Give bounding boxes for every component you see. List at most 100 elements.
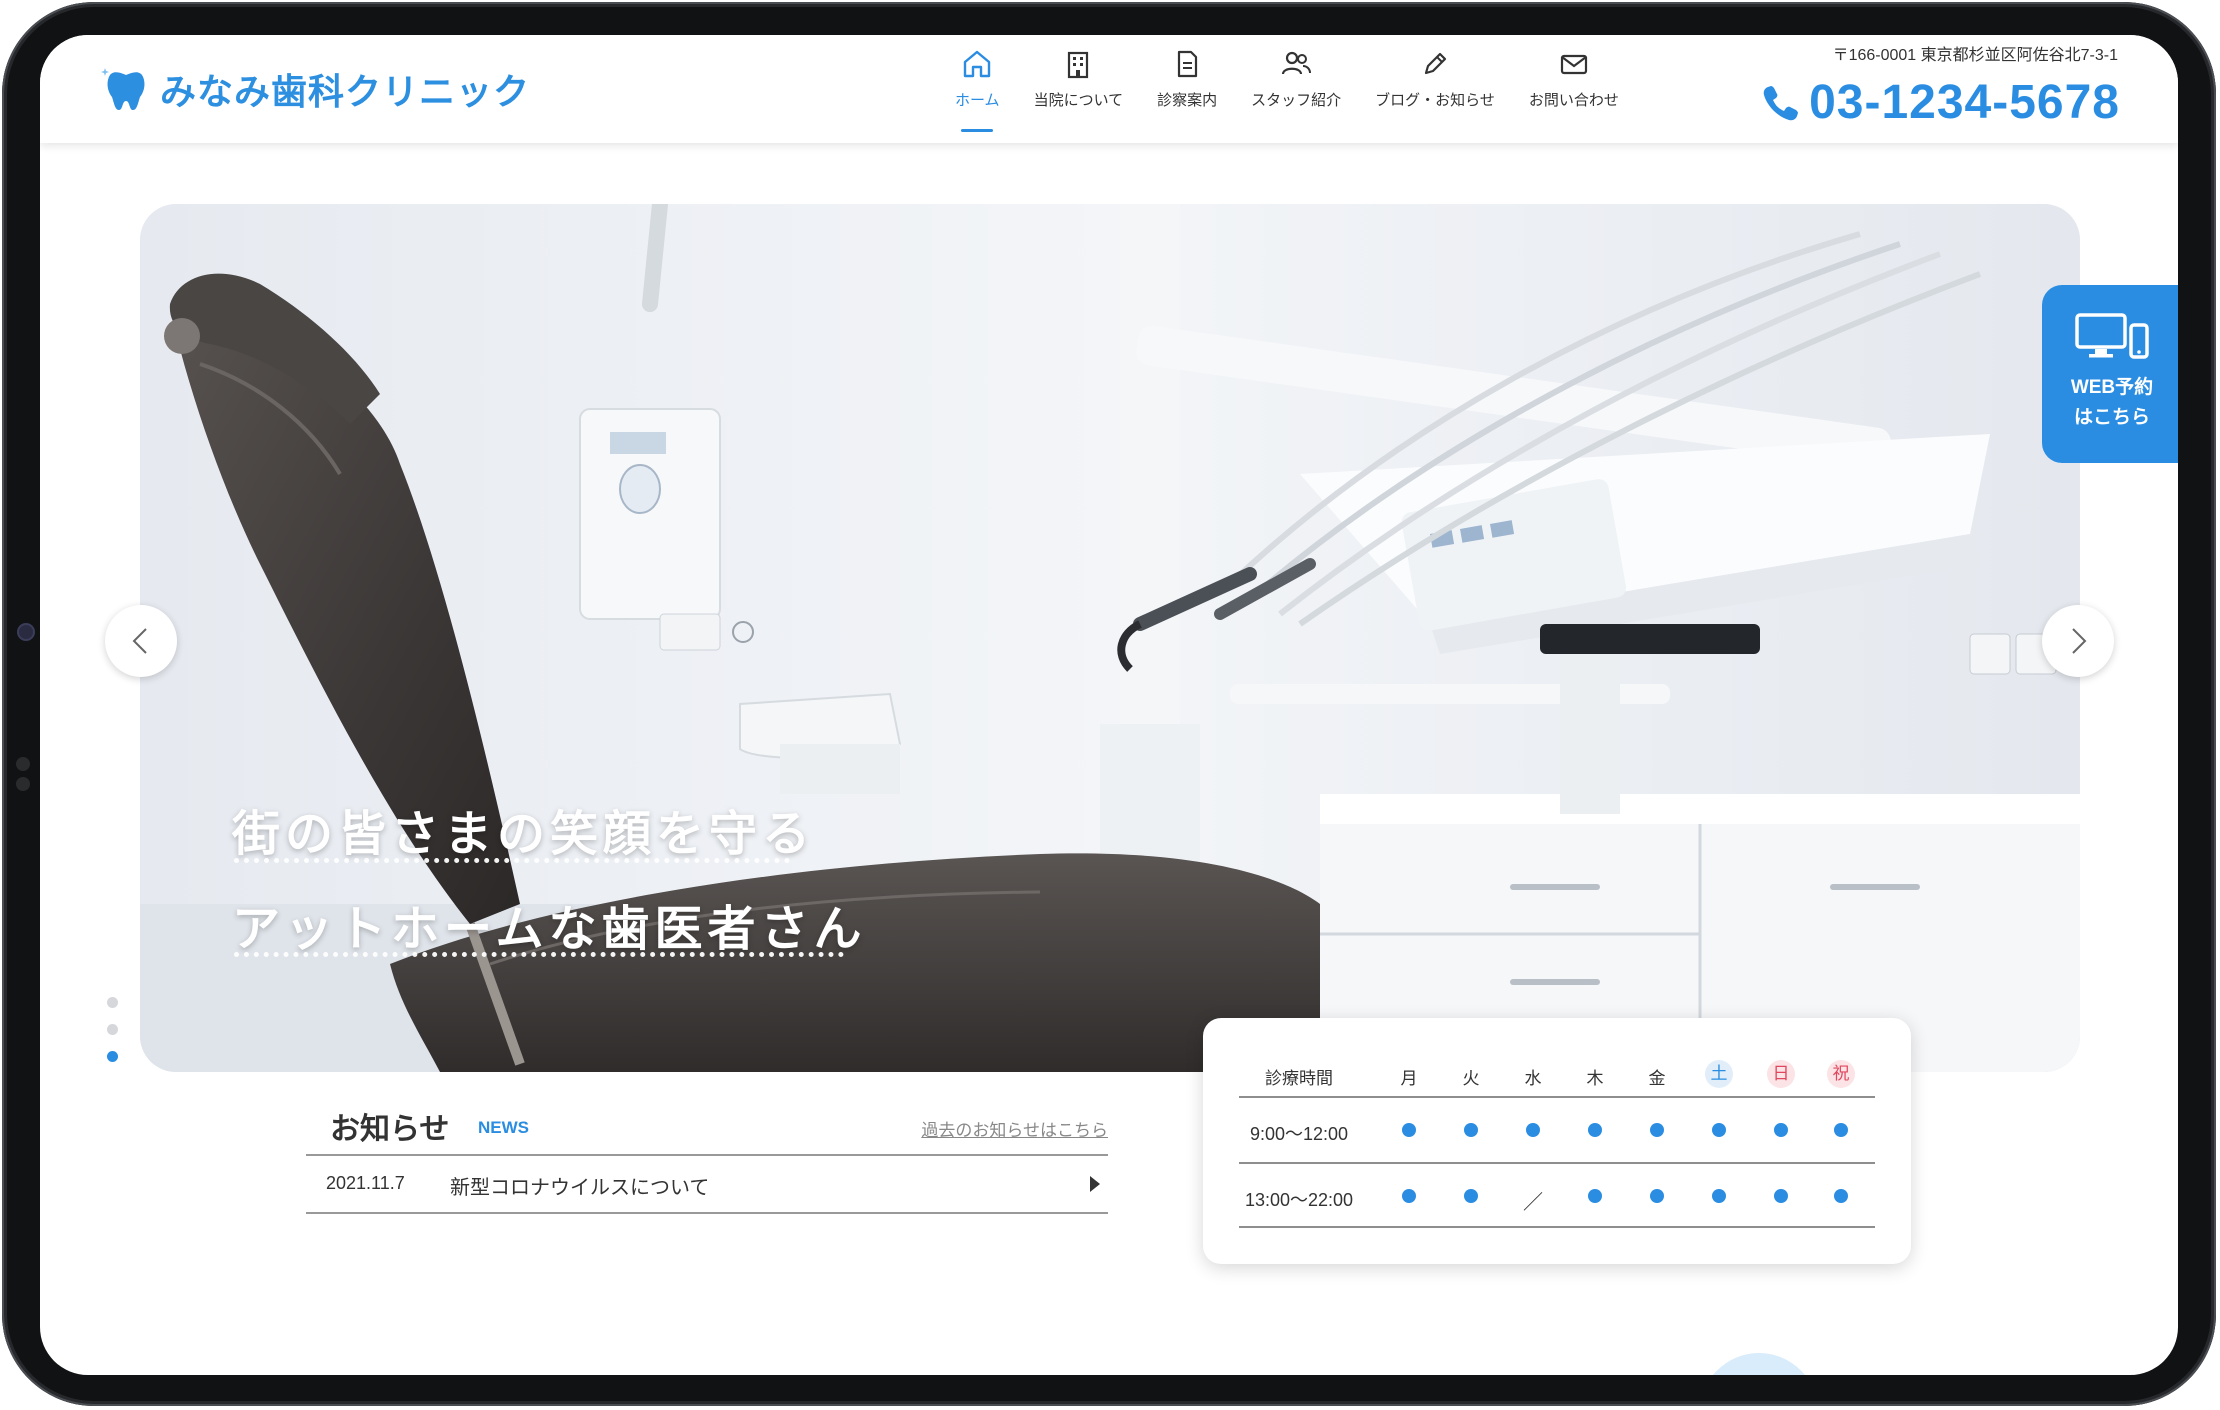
mail-icon <box>1560 54 1587 75</box>
hours-row-afternoon: 13:00〜22:00 ／ <box>1239 1162 1875 1228</box>
nav-contact[interactable]: お問い合わせ <box>1529 47 1619 110</box>
slide-dot-1[interactable] <box>107 997 118 1008</box>
hero-tagline-2: アットホームな歯医者さん <box>232 901 867 957</box>
nav-label: お問い合わせ <box>1528 92 1619 109</box>
open-dot-icon <box>1464 1123 1478 1137</box>
news-title: お知らせ <box>330 1112 450 1147</box>
hours-mark <box>1389 1186 1429 1208</box>
chevron-left-icon <box>132 628 147 654</box>
sensor-icon <box>16 777 30 791</box>
building-icon <box>1068 51 1089 79</box>
open-dot-icon <box>1588 1189 1602 1203</box>
slide-dot-2[interactable] <box>107 1024 118 1035</box>
tooth-icon <box>101 68 145 110</box>
day-sat: 土 <box>1705 1060 1733 1088</box>
hours-mark <box>1699 1120 1739 1142</box>
hours-mark <box>1451 1120 1491 1142</box>
day-fri: 金 <box>1648 1069 1666 1088</box>
phone-icon <box>1763 85 1799 120</box>
open-dot-icon <box>1774 1189 1788 1203</box>
site-logo[interactable]: みなみ歯科クリニック <box>100 63 530 115</box>
hours-mark <box>1699 1186 1739 1208</box>
nav-staff[interactable]: スタッフ紹介 <box>1251 47 1341 110</box>
tablet-frame: みなみ歯科クリニック ホーム 当院について 診察案内 スタッフ紹介 ブログ・お知… <box>2 2 2216 1406</box>
time-slot: 13:00〜22:00 <box>1244 1190 1354 1210</box>
slider-prev-button[interactable] <box>105 605 177 677</box>
hours-mark <box>1821 1186 1861 1208</box>
hours-mark <box>1513 1120 1553 1142</box>
active-indicator <box>961 129 994 132</box>
caret-right-icon <box>1090 1176 1100 1192</box>
camera-icon <box>19 625 33 639</box>
news-item[interactable]: 2021.11.7 新型コロナウイルスについて <box>306 1156 1108 1214</box>
hero-slider: 街の皆さまの笑顔を守る アットホームな歯医者さん <box>140 204 2080 1072</box>
time-slot: 9:00〜12:00 <box>1249 1124 1349 1144</box>
news-date: 2021.11.7 <box>326 1173 405 1193</box>
nav-about[interactable]: 当院について <box>1034 47 1123 110</box>
nav-treatment[interactable]: 診察案内 <box>1157 47 1217 110</box>
phone-number: 03-1234-5678 <box>1809 76 2120 129</box>
main-nav: ホーム 当院について 診察案内 スタッフ紹介 ブログ・お知らせ お問い合わせ <box>955 47 1653 132</box>
opening-hours-table: 診療時間 月 火 水 木 金 土 日 祝 9:00〜12:00 13:00〜22… <box>1203 1018 1911 1264</box>
hours-mark <box>1575 1120 1615 1142</box>
day-hol-cell: 祝 <box>1821 1060 1861 1088</box>
open-dot-icon <box>1650 1189 1664 1203</box>
devices-icon <box>2075 313 2149 359</box>
sensor-icon <box>16 757 30 771</box>
open-dot-icon <box>1402 1123 1416 1137</box>
news-section: お知らせ NEWS 過去のお知らせはこちら 2021.11.7 新型コロナウイル… <box>306 1100 1108 1214</box>
pencil-icon <box>1424 52 1447 75</box>
phone-link[interactable]: 03-1234-5678 <box>1759 75 2120 130</box>
open-dot-icon <box>1526 1123 1540 1137</box>
nav-label: 診察案内 <box>1157 92 1218 109</box>
news-title-en: NEWS <box>478 1118 529 1137</box>
day-sat-cell: 土 <box>1699 1060 1739 1088</box>
nav-home[interactable]: ホーム <box>955 47 1000 132</box>
hours-mark <box>1761 1186 1801 1208</box>
hours-mark <box>1637 1120 1677 1142</box>
hours-header-label: 診療時間 <box>1265 1069 1333 1088</box>
news-headline: 新型コロナウイルスについて <box>450 1175 710 1199</box>
hours-row-morning: 9:00〜12:00 <box>1239 1096 1875 1162</box>
hours-mark <box>1451 1186 1491 1208</box>
site-header: みなみ歯科クリニック ホーム 当院について 診察案内 スタッフ紹介 ブログ・お知… <box>40 35 2178 143</box>
open-dot-icon <box>1834 1189 1848 1203</box>
day-wed: 水 <box>1524 1069 1542 1088</box>
open-dot-icon <box>1464 1189 1478 1203</box>
staff-icon <box>1282 51 1312 75</box>
day-sun-cell: 日 <box>1761 1060 1801 1088</box>
slider-next-button[interactable] <box>2042 605 2114 677</box>
open-dot-icon <box>1712 1123 1726 1137</box>
day-sun: 日 <box>1767 1060 1795 1088</box>
day-holiday: 祝 <box>1827 1060 1855 1088</box>
clinic-address: 〒166-0001 東京都杉並区阿佐谷北7-3-1 <box>1832 47 2118 64</box>
web-booking-line-1: WEB予約 <box>2070 377 2154 398</box>
tagline-divider <box>234 858 790 863</box>
web-booking-line-2: はこちら <box>2073 407 2150 428</box>
hours-mark <box>1821 1120 1861 1142</box>
tagline-divider <box>234 952 844 957</box>
nav-label: ブログ・お知らせ <box>1375 92 1495 109</box>
decorative-circle <box>1700 1353 1818 1375</box>
document-icon <box>1178 50 1198 78</box>
chevron-right-icon <box>2072 628 2087 654</box>
closed-mark: ／ <box>1523 1192 1543 1214</box>
hours-mark <box>1761 1120 1801 1142</box>
nav-label: スタッフ紹介 <box>1251 92 1342 109</box>
slide-dot-3[interactable] <box>107 1051 118 1062</box>
browser-screen: みなみ歯科クリニック ホーム 当院について 診察案内 スタッフ紹介 ブログ・お知… <box>40 35 2178 1375</box>
news-header: お知らせ NEWS 過去のお知らせはこちら <box>306 1100 1108 1156</box>
day-tue: 火 <box>1462 1069 1480 1088</box>
nav-label: ホーム <box>955 92 1000 109</box>
hours-header-row: 診療時間 月 火 水 木 金 土 日 祝 <box>1239 1054 1875 1094</box>
day-thu: 木 <box>1586 1069 1604 1088</box>
news-archive-link[interactable]: 過去のお知らせはこちら <box>921 1116 1108 1141</box>
web-booking-button[interactable]: WEB予約 はこちら <box>2042 285 2178 463</box>
hours-mark <box>1637 1186 1677 1208</box>
open-dot-icon <box>1712 1189 1726 1203</box>
nav-blog[interactable]: ブログ・お知らせ <box>1375 47 1495 110</box>
web-booking-label: WEB予約 はこちら <box>2071 373 2153 433</box>
home-icon <box>964 50 991 78</box>
hero-tagline-1: 街の皆さまの笑顔を守る <box>232 806 816 862</box>
logo-text: みなみ歯科クリニック <box>160 72 531 113</box>
